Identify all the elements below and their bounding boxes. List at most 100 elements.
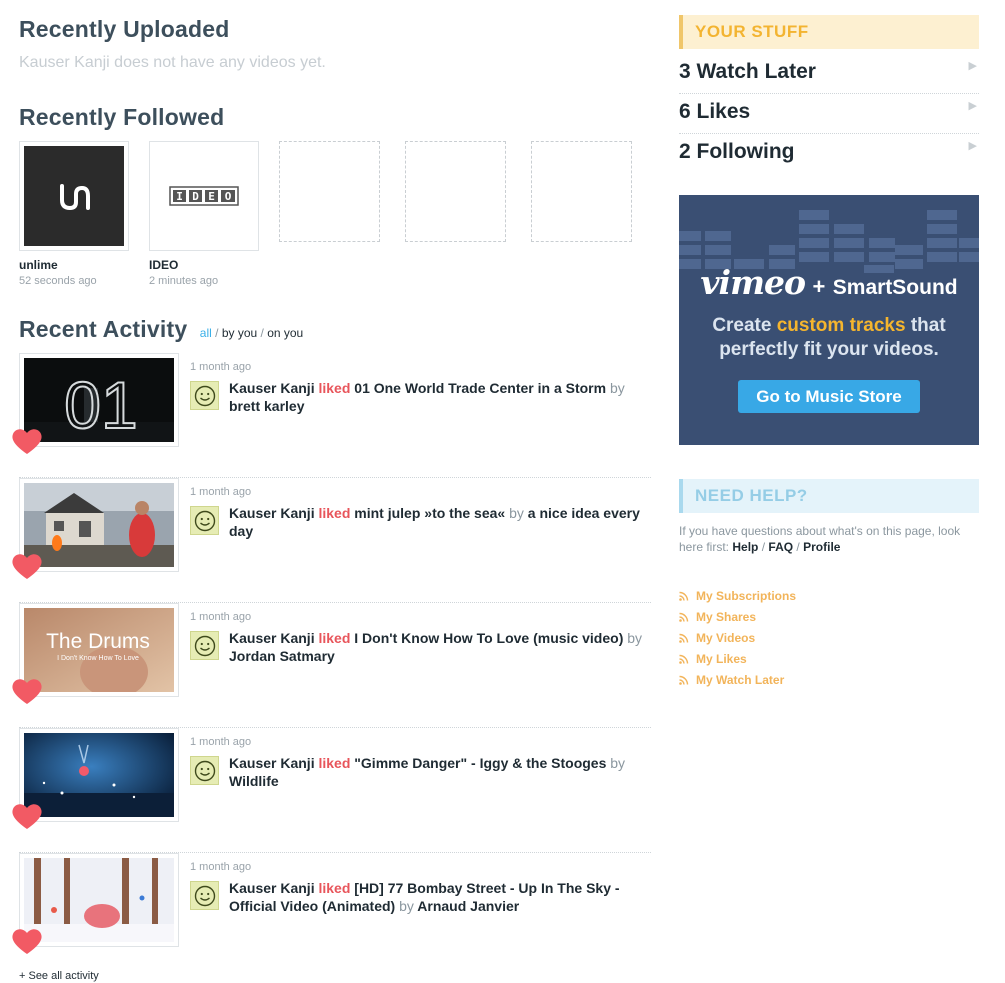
by-word: by xyxy=(609,380,625,396)
feed-my-videos[interactable]: My Videos xyxy=(679,627,979,648)
user-avatar[interactable] xyxy=(190,381,219,410)
stuff-item-watch-later[interactable]: 3 Watch Later ▶ xyxy=(679,54,979,94)
rss-feed-list: My Subscriptions My Shares My Videos My … xyxy=(679,585,979,690)
empty-slot xyxy=(531,141,632,242)
thumbnail-number: 01 xyxy=(64,368,137,442)
user-link[interactable]: Kauser Kanji xyxy=(229,380,315,396)
followed-item-unlime[interactable]: unlime 52 seconds ago xyxy=(19,141,129,287)
user-avatar[interactable] xyxy=(190,631,219,660)
author-link[interactable]: Jordan Satmary xyxy=(229,648,335,664)
author-link[interactable]: Wildlife xyxy=(229,773,279,789)
followed-placeholder xyxy=(531,141,641,242)
ad-highlight: custom tracks xyxy=(776,315,906,336)
heart-icon xyxy=(12,429,42,454)
help-text: If you have questions about what's on th… xyxy=(679,523,979,555)
activity-body: 1 month ago Kauser Kanji liked I Don't K… xyxy=(190,611,650,665)
author-link[interactable]: Arnaud Janvier xyxy=(417,898,519,914)
your-stuff-header: YOUR STUFF xyxy=(679,15,979,49)
user-avatar[interactable] xyxy=(190,756,219,785)
activity-filters: all / by you / on you xyxy=(200,326,303,340)
faq-link[interactable]: FAQ xyxy=(768,540,793,554)
activity-item: The Drums I Don't Know How To Love 1 mon… xyxy=(12,603,651,728)
rss-icon xyxy=(679,612,689,622)
feed-my-subscriptions[interactable]: My Subscriptions xyxy=(679,585,979,606)
user-link[interactable]: Kauser Kanji xyxy=(229,630,315,646)
feed-label: My Videos xyxy=(696,630,756,645)
activity-text: Kauser Kanji liked I Don't Know How To L… xyxy=(229,629,650,665)
activity-time: 1 month ago xyxy=(190,361,252,373)
svg-text:O: O xyxy=(225,190,232,203)
activity-text: Kauser Kanji liked "Gimme Danger" - Iggy… xyxy=(229,754,650,790)
user-link[interactable]: Kauser Kanji xyxy=(229,880,315,896)
followed-list: unlime 52 seconds ago I D E O IDEO 2 min… xyxy=(19,141,651,291)
followed-thumbnail[interactable]: I D E O xyxy=(149,141,259,251)
feed-my-watch-later[interactable]: My Watch Later xyxy=(679,669,979,690)
smiley-icon xyxy=(194,885,215,906)
followed-placeholder xyxy=(405,141,515,242)
feed-my-shares[interactable]: My Shares xyxy=(679,606,979,627)
liked-verb: liked xyxy=(318,630,351,646)
ad-tagline: Create custom tracks that perfectly fit … xyxy=(679,314,979,362)
user-avatar[interactable] xyxy=(190,881,219,910)
help-link[interactable]: Help xyxy=(732,540,758,554)
link-separator: / xyxy=(796,540,800,554)
smiley-icon xyxy=(194,385,215,406)
video-link[interactable]: I Don't Know How To Love (music video) xyxy=(354,630,623,646)
ad-plus: + xyxy=(812,274,826,299)
recent-activity-title: Recent Activity xyxy=(19,316,188,342)
video-link[interactable]: mint julep »to the sea« xyxy=(354,505,505,521)
recently-uploaded-title: Recently Uploaded xyxy=(19,16,230,42)
filter-by-you[interactable]: by you xyxy=(222,326,257,340)
followed-name[interactable]: IDEO xyxy=(149,258,259,272)
stuff-item-following[interactable]: 2 Following ▶ xyxy=(679,134,979,174)
ad-line2: perfectly fit your videos. xyxy=(719,339,939,360)
empty-slot xyxy=(279,141,380,242)
video-link[interactable]: "Gimme Danger" - Iggy & the Stooges xyxy=(354,755,606,771)
thumbnail-title: The Drums xyxy=(46,630,150,653)
user-link[interactable]: Kauser Kanji xyxy=(229,505,315,521)
empty-slot xyxy=(405,141,506,242)
followed-thumbnail[interactable] xyxy=(19,141,129,251)
ad-logo: vimeo + SmartSound xyxy=(679,263,979,302)
filter-all[interactable]: all xyxy=(200,326,212,340)
activity-text: Kauser Kanji liked [HD] 77 Bombay Street… xyxy=(229,879,650,915)
activity-item: 1 month ago Kauser Kanji liked [HD] 77 B… xyxy=(12,853,651,978)
followed-item-ideo[interactable]: I D E O IDEO 2 minutes ago xyxy=(149,141,259,287)
activity-body: 1 month ago Kauser Kanji liked [HD] 77 B… xyxy=(190,861,650,915)
liked-verb: liked xyxy=(318,505,351,521)
stuff-item-likes[interactable]: 6 Likes ▶ xyxy=(679,94,979,134)
smartsound-ad-banner[interactable]: vimeo + SmartSound Create custom tracks … xyxy=(679,195,979,445)
smartsound-wordmark: SmartSound xyxy=(832,276,958,299)
author-link[interactable]: brett karley xyxy=(229,398,304,414)
followed-placeholder xyxy=(279,141,389,242)
need-help-header: NEED HELP? xyxy=(679,479,979,513)
filter-on-you[interactable]: on you xyxy=(267,326,303,340)
stuff-item-label: 2 Following xyxy=(679,140,795,163)
user-avatar[interactable] xyxy=(190,506,219,535)
video-thumbnail[interactable]: 01 xyxy=(19,353,179,447)
feed-my-likes[interactable]: My Likes xyxy=(679,648,979,669)
video-thumbnail[interactable] xyxy=(19,853,179,947)
user-link[interactable]: Kauser Kanji xyxy=(229,755,315,771)
video-thumbnail[interactable] xyxy=(19,478,179,572)
video-thumbnail[interactable] xyxy=(19,728,179,822)
thumbnail-image: 01 xyxy=(24,358,174,442)
rss-icon xyxy=(679,675,689,685)
followed-name[interactable]: unlime xyxy=(19,258,129,272)
by-word: by xyxy=(399,898,414,914)
no-videos-message: Kauser Kanji does not have any videos ye… xyxy=(19,54,326,71)
arrow-right-icon: ▶ xyxy=(968,100,977,112)
activity-line: Kauser Kanji liked [HD] 77 Bombay Street… xyxy=(190,879,650,915)
see-all-activity-link[interactable]: + See all activity xyxy=(19,970,99,982)
activity-text: Kauser Kanji liked mint julep »to the se… xyxy=(229,504,650,540)
activity-text: Kauser Kanji liked 01 One World Trade Ce… xyxy=(229,379,650,415)
activity-item: 01 1 month ago Kauser Kanji liked 01 One… xyxy=(12,353,651,478)
video-link[interactable]: 01 One World Trade Center in a Storm xyxy=(354,380,606,396)
ad-line1-pre: Create xyxy=(712,315,777,336)
video-thumbnail[interactable]: The Drums I Don't Know How To Love xyxy=(19,603,179,697)
activity-line: Kauser Kanji liked mint julep »to the se… xyxy=(190,504,650,540)
smiley-icon xyxy=(194,510,215,531)
go-to-music-store-button[interactable]: Go to Music Store xyxy=(738,380,920,413)
profile-link[interactable]: Profile xyxy=(803,540,840,554)
by-word: by xyxy=(509,505,524,521)
